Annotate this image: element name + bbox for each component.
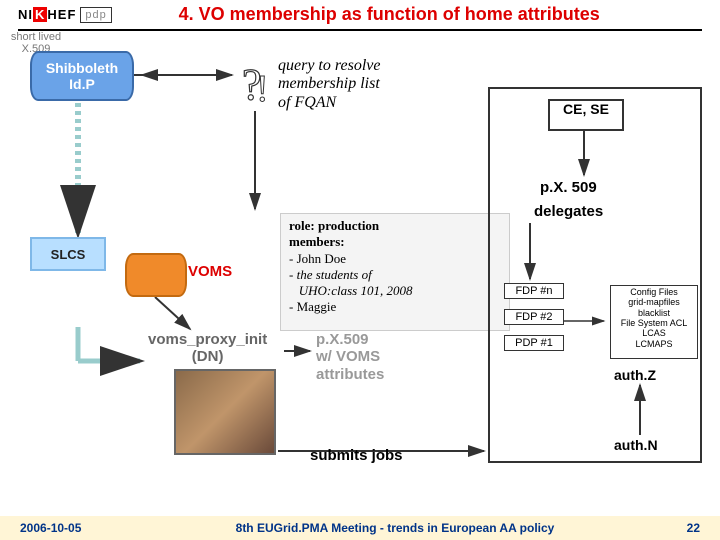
site-box bbox=[488, 87, 702, 463]
member-2b: UHO:class 101, 2008 bbox=[289, 283, 501, 299]
authn-label: auth.N bbox=[614, 437, 658, 453]
voms-proxy-init-label: voms_proxy_init (DN) bbox=[148, 331, 267, 366]
logo-part-k: K bbox=[33, 7, 47, 22]
authz-label: auth.Z bbox=[614, 367, 656, 383]
query-line-1: query to resolve bbox=[278, 57, 380, 74]
diagram-stage: Shibboleth Id.P SLCS short lived X.509 V… bbox=[0, 31, 720, 486]
footer-date: 2006-10-05 bbox=[0, 521, 150, 535]
voms-db-icon bbox=[125, 253, 187, 297]
user-photo bbox=[174, 369, 276, 455]
pdp-1-box: PDP #1 bbox=[504, 335, 564, 351]
query-line-2: membership list bbox=[278, 75, 380, 92]
logo-part-hef: HEF bbox=[47, 7, 76, 22]
member-3: - Maggie bbox=[289, 299, 501, 315]
vpi-line-1: voms_proxy_init bbox=[148, 331, 267, 348]
role-members-box: role: production members: - John Doe - t… bbox=[280, 213, 510, 331]
ce-se-node: CE, SE bbox=[548, 99, 624, 131]
config-files-box: Config Files grid-mapfiles blacklist Fil… bbox=[610, 285, 698, 359]
svg-text:!: ! bbox=[256, 68, 269, 109]
pdp-2-box: FDP #2 bbox=[504, 309, 564, 325]
slide-title: 4. VO membership as function of home att… bbox=[76, 4, 702, 25]
logo-part-pdp: pdp bbox=[80, 7, 111, 23]
attrs-line-2: w/ VOMS bbox=[316, 348, 380, 365]
members-header: members: bbox=[289, 234, 501, 250]
question-mark-icon: ? ! bbox=[238, 59, 272, 109]
logo-part-ni: NI bbox=[18, 7, 33, 22]
slide-footer: 2006-10-05 8th EUGrid.PMA Meeting - tren… bbox=[0, 516, 720, 540]
footer-page: 22 bbox=[640, 521, 720, 535]
proxy-attributes-label: p.X.509 w/ VOMS attributes bbox=[316, 331, 384, 383]
nikhef-logo: NIKHEFpdp bbox=[18, 7, 76, 22]
vpi-line-2: (DN) bbox=[192, 348, 224, 365]
attrs-line-1: p.X.509 bbox=[316, 331, 369, 348]
member-2a: - the students of bbox=[289, 267, 501, 283]
delegates-label: delegates bbox=[534, 203, 603, 220]
member-1: - John Doe bbox=[289, 251, 501, 267]
footer-title: 8th EUGrid.PMA Meeting - trends in Europ… bbox=[150, 521, 640, 535]
submits-jobs-label: submits jobs bbox=[310, 447, 403, 464]
proxy-x509-label: p.X. 509 bbox=[540, 179, 597, 196]
pdp-n-box: FDP #n bbox=[504, 283, 564, 299]
voms-label: VOMS bbox=[188, 263, 232, 280]
query-caption: query to resolve membership list of FQAN bbox=[278, 57, 380, 112]
query-line-3: of FQAN bbox=[278, 94, 336, 111]
slcs-node: SLCS bbox=[30, 237, 106, 271]
attrs-line-3: attributes bbox=[316, 366, 384, 383]
shibboleth-idp-node: Shibboleth Id.P bbox=[30, 51, 134, 101]
role-header: role: production bbox=[289, 218, 501, 234]
